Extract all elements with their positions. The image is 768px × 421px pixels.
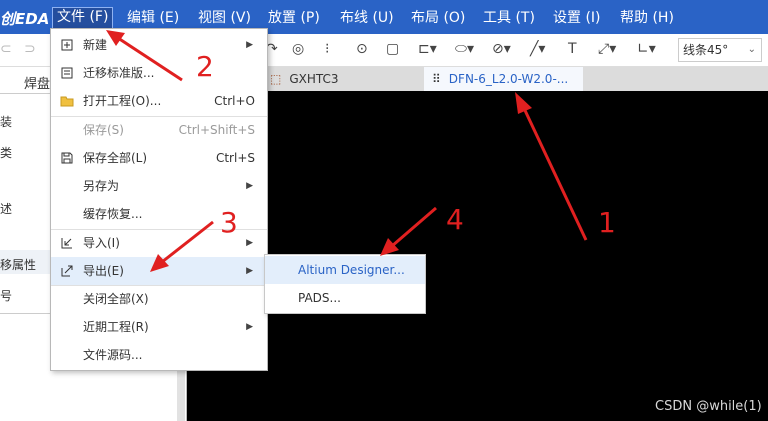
annotation-label-2: 2: [196, 50, 214, 83]
annotation-arrowhead-2: [106, 30, 125, 46]
annotation-arrow-4: [391, 206, 437, 248]
annotation-arrow-1: [520, 103, 588, 241]
annotation-arrow-2: [117, 36, 183, 82]
annotation-label-1: 1: [598, 206, 616, 239]
annotation-label-4: 4: [446, 203, 464, 236]
annotation-arrowhead-1: [515, 92, 532, 114]
annotation-arrows: [106, 30, 588, 272]
annotation-arrow-3: [161, 220, 214, 264]
annotation-label-3: 3: [220, 206, 238, 239]
annotation-arrowhead-3: [150, 254, 169, 272]
